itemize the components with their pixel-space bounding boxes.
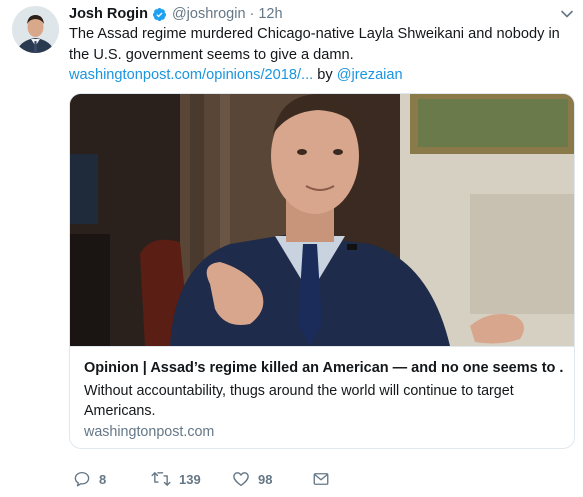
envelope-icon — [313, 473, 329, 485]
header-separator: · — [249, 6, 255, 22]
tweet-text: The Assad regime murdered Chicago-native… — [69, 24, 574, 86]
link-preview-card[interactable]: Opinion | Assad’s regime killed an Ameri… — [69, 93, 575, 449]
retweet-button[interactable]: 139 — [151, 468, 201, 490]
tweet-actions: 8 139 98 — [69, 468, 569, 490]
article-link[interactable]: washingtonpost.com/opinions/2018/... — [69, 67, 313, 83]
card-body[interactable]: Opinion | Assad’s regime killed an Ameri… — [70, 346, 574, 448]
like-count: 98 — [258, 471, 273, 487]
reply-count: 8 — [99, 471, 107, 487]
like-button[interactable]: 98 — [232, 468, 272, 490]
direct-message-button[interactable] — [312, 468, 330, 490]
reply-button[interactable]: 8 — [73, 468, 106, 490]
avatar-image — [12, 6, 59, 53]
tweet-text-body: The Assad regime murdered Chicago-native… — [69, 26, 560, 63]
tweet-text-by: by — [313, 67, 337, 83]
tweet-header: Josh Rogin @joshrogin · 12h — [69, 3, 283, 25]
retweet-icon — [151, 472, 171, 486]
card-domain: washingtonpost.com — [84, 424, 215, 440]
reply-icon — [74, 471, 90, 487]
heart-icon — [233, 472, 249, 487]
author-avatar[interactable] — [12, 6, 59, 53]
card-photo — [70, 94, 574, 346]
author-name[interactable]: Josh Rogin — [69, 6, 148, 22]
tweet-timestamp[interactable]: 12h — [258, 6, 282, 22]
chevron-down-icon[interactable] — [559, 6, 575, 22]
card-description: Without accountability, thugs around the… — [84, 383, 514, 419]
author-handle[interactable]: @joshrogin — [172, 6, 246, 22]
verified-badge-icon — [152, 7, 167, 21]
retweet-count: 139 — [179, 471, 201, 487]
card-image[interactable] — [70, 94, 574, 346]
card-title: Opinion | Assad’s regime killed an Ameri… — [84, 360, 564, 376]
mention-link[interactable]: @jrezaian — [337, 67, 403, 83]
